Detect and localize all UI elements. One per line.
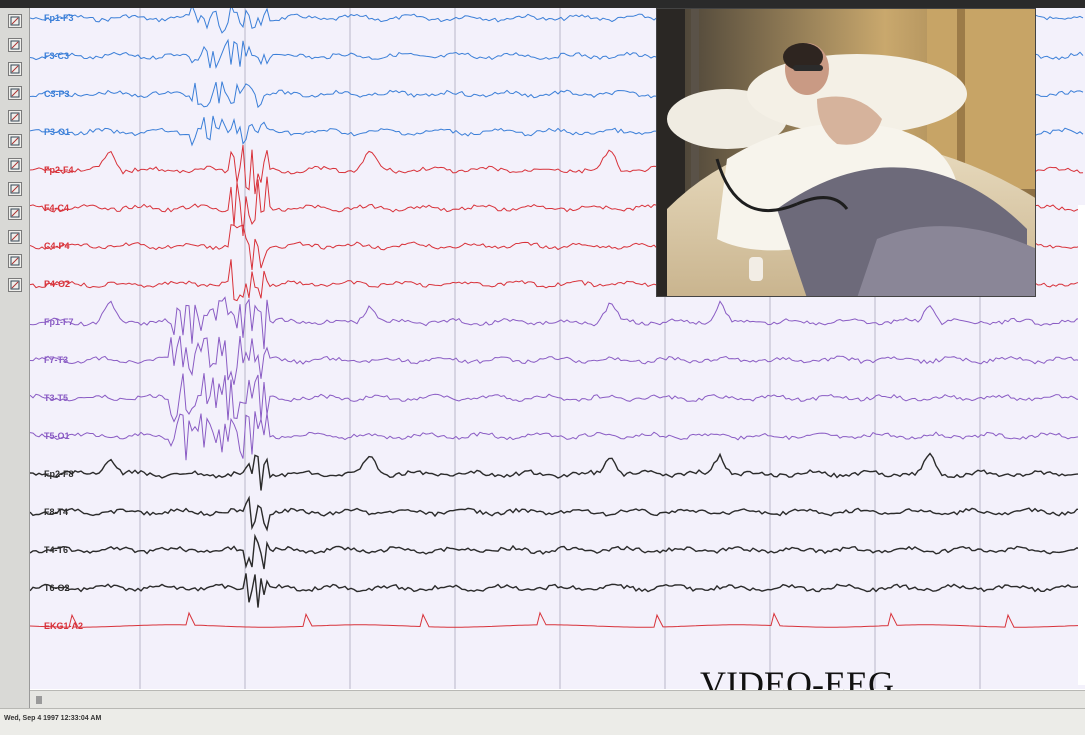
eeg-trace-F7-T3 [30, 335, 1084, 385]
page-icon[interactable] [8, 134, 22, 148]
zoom-icon[interactable] [8, 86, 22, 100]
channel-label: C4-P4 [44, 241, 70, 251]
channel-label: T5-O1 [44, 431, 70, 441]
eeg-trace-T4-T6 [30, 533, 1084, 570]
filter-icon[interactable] [8, 110, 22, 124]
eeg-trace-F8-T4 [30, 495, 1084, 532]
eeg-trace-Fp1-F7 [30, 296, 1084, 350]
right-margin [1078, 205, 1085, 685]
time-scrollbar[interactable] [30, 690, 1085, 708]
pen-icon[interactable] [8, 206, 22, 220]
arrow-icon[interactable] [8, 254, 22, 268]
channel-label: Fp2-F8 [44, 469, 74, 479]
channel-label: C3-P3 [44, 89, 70, 99]
eeg-trace-T5-O1 [30, 411, 1084, 461]
eeg-trace-EKG1-A2 [30, 611, 1084, 628]
channel-label: T6-O2 [44, 583, 70, 593]
channel-label: Fp1-F7 [44, 317, 74, 327]
channel-label: T4-T6 [44, 545, 69, 555]
marker-icon[interactable] [8, 158, 22, 172]
recording-timestamp: Wed, Sep 4 1997 12:33:04 AM [4, 715, 102, 722]
scroll-thumb[interactable] [36, 696, 42, 704]
eeg-trace-T6-O2 [30, 573, 1084, 608]
channel-label: T3-T5 [44, 393, 69, 403]
eeg-trace-T3-T5 [30, 373, 1084, 423]
channel-label: F8-T4 [44, 507, 69, 517]
patient-video-image [657, 9, 1035, 296]
cursor-icon[interactable] [8, 38, 22, 52]
channel-label: Fp1-F3 [44, 13, 74, 23]
channel-label: Fp2-F4 [44, 165, 74, 175]
montage-icon[interactable] [8, 62, 22, 76]
channel-label: F4-C4 [44, 203, 70, 213]
pointer-icon[interactable] [8, 14, 22, 28]
channel-label: F3-C3 [44, 51, 70, 61]
annotation-icon[interactable] [8, 182, 22, 196]
tool-palette [0, 8, 30, 708]
patient-video-inset[interactable] [656, 8, 1036, 297]
window-title-bar [0, 0, 1085, 8]
channel-label: P3-O1 [44, 127, 71, 137]
status-bar: Wed, Sep 4 1997 12:33:04 AM [0, 708, 1085, 735]
flag-icon[interactable] [8, 278, 22, 292]
channel-label: F7-T3 [44, 355, 69, 365]
channel-label: EKG1-A2 [44, 621, 84, 631]
channel-label: P4-O2 [44, 279, 71, 289]
measure-icon[interactable] [8, 230, 22, 244]
eeg-trace-Fp2-F8 [30, 452, 1084, 491]
